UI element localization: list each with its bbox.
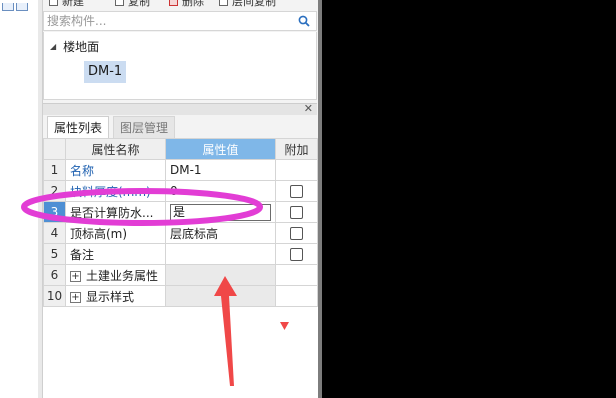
row-number: 4 [43, 222, 66, 244]
property-value [165, 285, 276, 307]
property-value[interactable]: 层底标高 [165, 222, 276, 244]
table-row[interactable]: 3 是否计算防水... 是 [43, 201, 318, 223]
component-panel: 新建 复制 删除 层间复制 ◢ [42, 0, 319, 398]
tab-property-list[interactable]: 属性列表 [47, 116, 110, 138]
search-icon[interactable] [298, 15, 310, 27]
copy-button[interactable]: 复制 [115, 0, 150, 8]
table-header-row: 属性名称 属性值 附加 [43, 138, 318, 160]
copy-label: 复制 [128, 0, 150, 8]
table-row[interactable]: 4 顶标高(m) 层底标高 [43, 222, 318, 244]
extra-cell [275, 243, 318, 265]
table-row[interactable]: 6 + 土建业务属性 [43, 264, 318, 286]
property-table: 属性名称 属性值 附加 1 名称 DM-1 2 块料厚度(mm) 0 3 是否计… [43, 138, 318, 307]
extra-cell [275, 201, 318, 223]
property-value-header: 属性值 [165, 138, 276, 160]
extra-checkbox[interactable] [290, 227, 303, 240]
left-toolbar-fragment [2, 0, 32, 11]
row-number: 5 [43, 243, 66, 265]
property-value[interactable]: DM-1 [165, 159, 276, 181]
property-name: 顶标高(m) [65, 222, 166, 244]
panel-border [318, 0, 322, 398]
delete-icon [169, 0, 178, 6]
screen: 新建 复制 删除 层间复制 ◢ [0, 0, 616, 398]
new-icon [49, 0, 58, 6]
table-row[interactable]: 2 块料厚度(mm) 0 [43, 180, 318, 202]
panel-divider: ✕ [43, 102, 317, 115]
table-row[interactable]: 1 名称 DM-1 [43, 159, 318, 181]
property-name-header: 属性名称 [65, 138, 166, 160]
extra-cell [275, 264, 318, 286]
value-editor[interactable]: 是 [170, 203, 271, 221]
property-name: 块料厚度(mm) [65, 180, 166, 202]
tab-layer-management[interactable]: 图层管理 [113, 116, 176, 138]
extra-cell [275, 159, 318, 181]
collapse-triangle-icon[interactable]: ◢ [50, 42, 56, 51]
row-number: 2 [43, 180, 66, 202]
layer-copy-icon [219, 0, 228, 6]
search-input[interactable] [44, 12, 294, 30]
table-row[interactable]: 10 + 显示样式 [43, 285, 318, 307]
property-name: 名称 [65, 159, 166, 181]
left-pane [0, 0, 38, 398]
component-tree: ◢ 楼地面 DM-1 [43, 32, 317, 100]
extra-checkbox[interactable] [290, 248, 303, 261]
extra-cell [275, 222, 318, 244]
property-value[interactable]: 0 [165, 180, 276, 202]
group-label: 土建业务属性 [86, 268, 159, 283]
new-label: 新建 [62, 0, 84, 8]
property-name: 备注 [65, 243, 166, 265]
delete-label: 删除 [182, 0, 204, 8]
tab-bar: 属性列表 图层管理 [43, 116, 317, 138]
row-number: 10 [43, 285, 66, 307]
tree-node-floor[interactable]: ◢ 楼地面 [50, 38, 99, 55]
expand-icon[interactable]: + [70, 270, 81, 282]
extra-cell [275, 180, 318, 202]
extra-cell [275, 285, 318, 307]
layer-copy-button[interactable]: 层间复制 [219, 0, 276, 8]
property-value[interactable] [165, 243, 276, 265]
search-box [43, 11, 317, 31]
row-number: 6 [43, 264, 66, 286]
row-number: 1 [43, 159, 66, 181]
close-icon[interactable]: ✕ [304, 102, 313, 115]
table-row[interactable]: 5 备注 [43, 243, 318, 265]
property-value[interactable]: 是 [165, 201, 276, 223]
delete-button[interactable]: 删除 [169, 0, 204, 8]
tree-node-label: 楼地面 [63, 40, 100, 54]
expand-icon[interactable]: + [70, 291, 81, 303]
row-number-header [43, 138, 66, 160]
tree-node-dm1[interactable]: DM-1 [84, 61, 127, 83]
extra-checkbox[interactable] [290, 185, 303, 198]
property-name: 是否计算防水... [65, 201, 166, 223]
property-group[interactable]: + 土建业务属性 [65, 264, 166, 286]
group-label: 显示样式 [86, 289, 135, 304]
extra-header: 附加 [275, 138, 318, 160]
row-number: 3 [43, 201, 66, 223]
copy-icon [115, 0, 124, 6]
property-grid: 属性名称 属性值 附加 1 名称 DM-1 2 块料厚度(mm) 0 3 是否计… [43, 138, 319, 398]
property-value [165, 264, 276, 286]
property-group[interactable]: + 显示样式 [65, 285, 166, 307]
new-button[interactable]: 新建 [49, 0, 84, 8]
layer-copy-label: 层间复制 [232, 0, 276, 8]
extra-checkbox[interactable] [290, 206, 303, 219]
toolbar: 新建 复制 删除 层间复制 [43, 0, 319, 10]
